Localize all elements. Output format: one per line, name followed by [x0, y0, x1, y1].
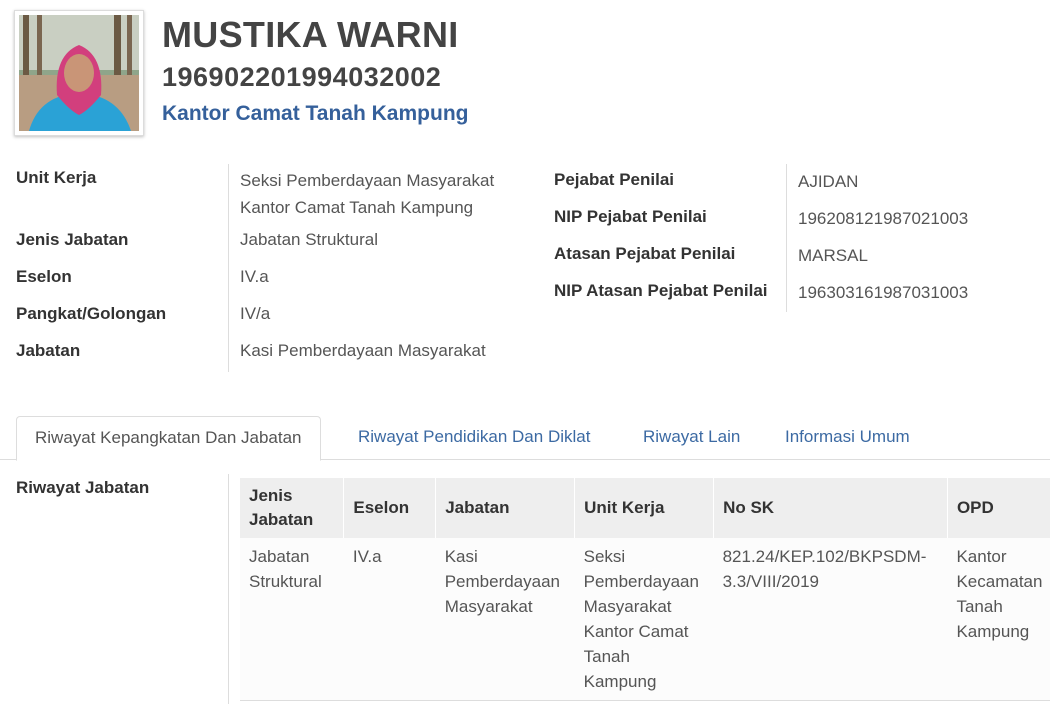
- cell-line: Masyarakat: [444, 597, 533, 616]
- table-header-row: Jenis Jabatan Eselon Jabatan Unit Kerja N…: [240, 478, 1050, 538]
- cell-no-sk: 821.24/KEP.102/BKPSDM- 3.3/VIII/2019: [713, 538, 948, 701]
- tab-informasi-umum[interactable]: Informasi Umum: [767, 416, 928, 460]
- cell-line: Jabatan: [249, 547, 310, 566]
- cell-jabatan: Kasi Pemberdayaan Masyarakat: [435, 538, 575, 701]
- cell-line: Struktural: [249, 572, 322, 591]
- detail-label: Jabatan: [16, 341, 81, 360]
- detail-label: Eselon: [16, 267, 72, 286]
- cell-unit-kerja: Seksi Pemberdayaan Masyarakat Kantor Cam…: [574, 538, 714, 701]
- cell-line: Kasi: [444, 547, 478, 566]
- cell-jenis-jabatan: Jabatan Struktural: [240, 538, 344, 701]
- col-header-unit-kerja: Unit Kerja: [574, 478, 715, 538]
- cell-line: Pemberdayaan: [444, 572, 561, 591]
- details-divider-left: [228, 164, 229, 372]
- profile-office: Kantor Camat Tanah Kampung: [162, 102, 469, 125]
- cell-line: Seksi: [583, 547, 626, 566]
- detail-label: Pangkat/Golongan: [16, 304, 167, 323]
- profile-name: MUSTIKA WARNI: [162, 14, 459, 55]
- detail-label: NIP Pejabat Penilai: [554, 207, 707, 226]
- cell-line: Kantor Camat: [583, 622, 689, 641]
- detail-value: Jabatan Struktural: [240, 230, 378, 249]
- tab-riwayat-lain[interactable]: Riwayat Lain: [625, 416, 758, 460]
- details-divider-right: [786, 164, 787, 312]
- cell-line: Tanah: [956, 597, 1003, 616]
- profile-photo: [19, 15, 139, 131]
- detail-value: IV.a: [240, 267, 269, 286]
- detail-label: Atasan Pejabat Penilai: [554, 244, 736, 263]
- detail-value: 196208121987021003: [798, 209, 969, 228]
- cell-line: Kampung: [583, 672, 657, 691]
- cell-line: Tanah: [583, 647, 630, 666]
- col-header-no-sk: No SK: [713, 478, 948, 538]
- section-divider: [228, 474, 229, 704]
- cell-line: 3.3/VIII/2019: [722, 572, 819, 591]
- cell-line: Kampung: [956, 622, 1030, 641]
- cell-line: Kecamatan: [956, 572, 1043, 591]
- col-header-jenis-jabatan: Jenis Jabatan: [240, 478, 345, 538]
- tab-bar: Riwayat Kepangkatan Dan Jabatan Riwayat …: [0, 416, 1050, 461]
- cell-line: 821.24/KEP.102/BKPSDM-: [722, 547, 927, 566]
- unit-kerja-line1: Seksi Pemberdayaan Masyarakat: [240, 171, 495, 190]
- unit-kerja-link[interactable]: Seksi Pemberdayaan Masyarakat Kantor Cama…: [240, 167, 540, 221]
- detail-label: Unit Kerja: [16, 168, 97, 187]
- profile-nip: 196902201994032002: [162, 62, 442, 92]
- riwayat-jabatan-table: Jenis Jabatan Eselon Jabatan Unit Kerja N…: [240, 478, 1050, 701]
- col-header-opd: OPD: [947, 478, 1050, 538]
- tab-riwayat-kepangkatan-jabatan[interactable]: Riwayat Kepangkatan Dan Jabatan: [16, 416, 321, 461]
- unit-kerja-line2: Kantor Camat Tanah Kampung: [240, 198, 474, 217]
- header-text: Jabatan: [249, 510, 314, 529]
- col-header-jabatan: Jabatan: [435, 478, 576, 538]
- riwayat-jabatan-label: Riwayat Jabatan: [16, 478, 150, 497]
- jabatan-link[interactable]: Kasi Pemberdayaan Masyarakat: [240, 337, 540, 364]
- detail-value: IV/a: [240, 304, 271, 323]
- cell-eselon: IV.a: [343, 538, 436, 701]
- cell-line: Kantor: [956, 547, 1007, 566]
- cell-opd: Kantor Kecamatan Tanah Kampung: [947, 538, 1050, 701]
- tab-riwayat-pendidikan-diklat[interactable]: Riwayat Pendidikan Dan Diklat: [340, 416, 608, 460]
- cell-line: IV.a: [352, 547, 382, 566]
- table-row: Jabatan Struktural IV.a Kasi Pemberdayaa…: [240, 538, 1050, 701]
- header-text: Jenis: [249, 486, 293, 505]
- detail-label: Pejabat Penilai: [554, 170, 674, 189]
- col-header-eselon: Eselon: [343, 478, 437, 538]
- cell-line: Masyarakat: [583, 597, 672, 616]
- profile-photo-frame: [14, 10, 144, 136]
- cell-line: Pemberdayaan: [583, 572, 699, 591]
- detail-label: NIP Atasan Pejabat Penilai: [554, 281, 768, 300]
- detail-value: 196303161987031003: [798, 283, 969, 302]
- detail-label: Jenis Jabatan: [16, 230, 129, 249]
- atasan-pejabat-link[interactable]: MARSAL: [798, 242, 1028, 269]
- pejabat-penilai-link[interactable]: AJIDAN: [798, 168, 1028, 195]
